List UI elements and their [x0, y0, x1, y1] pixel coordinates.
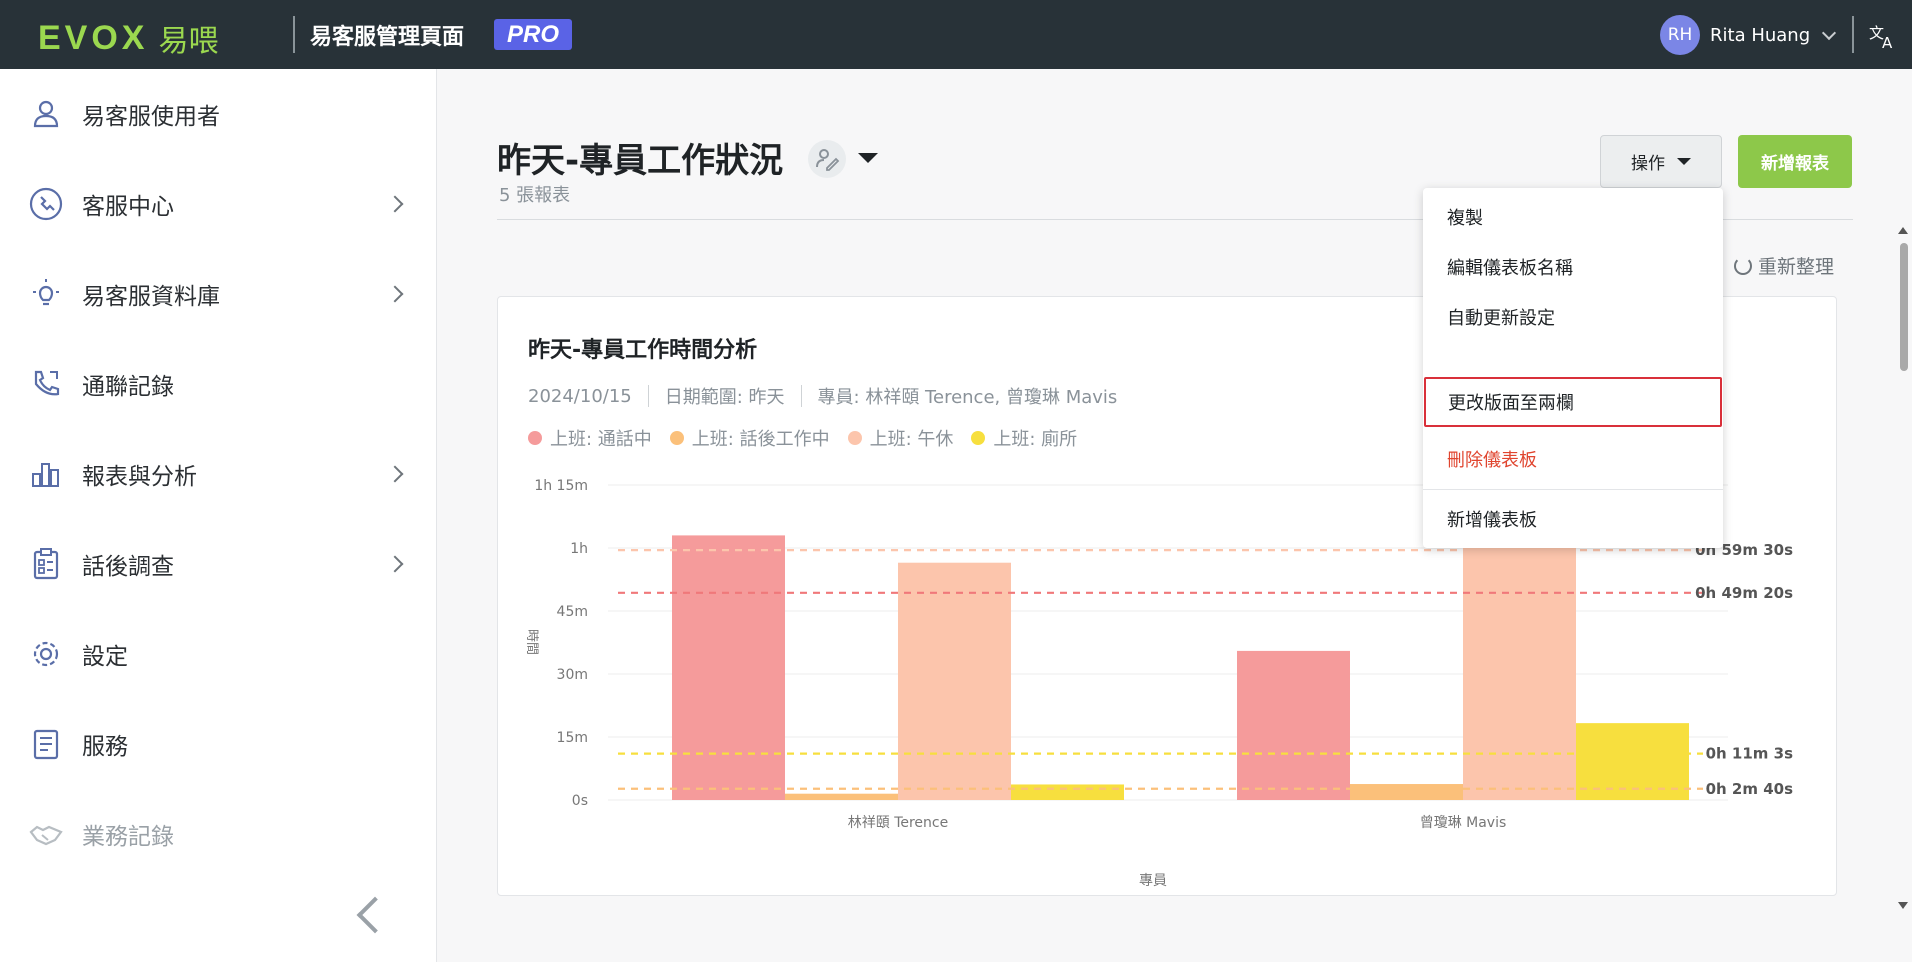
refresh-label: 重新整理 [1758, 256, 1835, 278]
bar [672, 535, 785, 800]
menu-item-new-dashboard[interactable]: 新增儀表板 [1423, 494, 1723, 544]
caret-down-icon [1677, 158, 1691, 165]
sidebar-item-label: 設定 [82, 644, 128, 670]
translate-icon-svg: 文 A [1869, 24, 1893, 52]
sidebar: 易客服使用者 客服中心 易客服資料庫 通聯記錄 報表與分析 話後調查 設定 服務… [0, 69, 437, 962]
y-tick-label: 45m [557, 604, 588, 620]
menu-item-auto-refresh[interactable]: 自動更新設定 [1423, 292, 1723, 342]
phone-log-icon [34, 370, 60, 396]
collapse-sidebar-icon[interactable] [356, 896, 394, 934]
svg-text:A: A [1882, 34, 1893, 50]
report-count: 5 張報表 [499, 185, 571, 206]
bar [1350, 784, 1463, 800]
sidebar-item-call-logs[interactable]: 通聯記錄 [0, 354, 437, 414]
sidebar-item-survey[interactable]: 話後調查 [0, 534, 437, 594]
logo-cn-text: 易喂 [158, 24, 219, 59]
menu-divider [1423, 489, 1723, 490]
x-tick-label: 林祥頤 Terence [848, 815, 948, 831]
x-axis-label: 專員 [1139, 873, 1167, 889]
reference-label: 0h 11m 3s [1706, 745, 1794, 763]
clipboard-icon [33, 548, 59, 580]
menu-item-two-column[interactable]: 更改版面至兩欄 [1424, 377, 1722, 427]
sidebar-item-knowledge-base[interactable]: 易客服資料庫 [0, 264, 437, 324]
scroll-down-arrow[interactable] [1898, 902, 1908, 909]
brand-logo[interactable]: EVOX 易喂 [38, 16, 218, 60]
sidebar-item-label: 通聯記錄 [82, 374, 174, 400]
sidebar-item-label: 話後調查 [82, 554, 174, 580]
sidebar-item-label: 易客服資料庫 [82, 284, 220, 310]
dashboard-switch-caret-icon[interactable] [858, 153, 878, 163]
menu-item-rename[interactable]: 編輯儀表板名稱 [1423, 242, 1723, 292]
operations-button[interactable]: 操作 [1600, 135, 1722, 188]
sidebar-item-label: 服務 [82, 734, 128, 760]
edit-person-icon [816, 149, 840, 171]
page-title: 昨天-專員工作狀況 [497, 141, 784, 181]
menu-item-delete[interactable]: 刪除儀表板 [1423, 434, 1723, 484]
avatar: RH [1660, 15, 1700, 55]
y-axis-label: 時間 [524, 629, 539, 655]
topbar-divider-2 [1852, 16, 1854, 53]
app-title: 易客服管理頁面 [310, 25, 465, 50]
bar [898, 562, 1011, 800]
pro-badge: PRO [494, 19, 572, 50]
chevron-right-icon [386, 285, 404, 303]
user-menu[interactable]: RH Rita Huang [1660, 15, 1837, 55]
y-tick-label: 15m [557, 730, 588, 746]
operations-menu: 複製 編輯儀表板名稱 自動更新設定 更改版面至兩欄 刪除儀表板 新增儀表板 [1423, 188, 1723, 548]
sidebar-item-settings[interactable]: 設定 [0, 624, 437, 684]
sidebar-item-services[interactable]: 服務 [0, 714, 437, 774]
chevron-right-icon [386, 195, 404, 213]
y-tick-label: 0s [572, 793, 588, 809]
y-tick-label: 1h [570, 541, 588, 557]
chevron-down-icon [1822, 25, 1837, 40]
sidebar-item-business-records[interactable]: 業務記錄 [0, 804, 437, 864]
add-report-button[interactable]: 新增報表 [1738, 135, 1852, 188]
user-icon [33, 100, 59, 128]
menu-item-copy[interactable]: 複製 [1423, 192, 1723, 242]
logo-text: EVOX [38, 18, 149, 57]
edit-title-button[interactable] [808, 140, 846, 178]
y-tick-label: 1h 15m [534, 478, 588, 494]
sidebar-item-users[interactable]: 易客服使用者 [0, 84, 437, 144]
bar [1237, 650, 1350, 800]
sidebar-item-label: 業務記錄 [82, 824, 174, 850]
user-name: Rita Huang [1710, 24, 1811, 46]
service-list-icon [33, 729, 59, 760]
x-tick-label: 曾瓊琳 Mavis [1420, 815, 1507, 831]
sidebar-item-reports[interactable]: 報表與分析 [0, 444, 437, 504]
scroll-up-arrow[interactable] [1898, 227, 1908, 234]
sidebar-item-call-center[interactable]: 客服中心 [0, 174, 437, 234]
topbar-divider [293, 16, 295, 53]
reference-label: 0h 2m 40s [1706, 780, 1794, 798]
bar [1011, 784, 1124, 800]
operations-button-label: 操作 [1631, 154, 1665, 174]
handshake-icon [29, 825, 63, 846]
scrollbar-thumb[interactable] [1900, 243, 1908, 371]
bar [1463, 533, 1576, 800]
sidebar-item-label: 客服中心 [82, 194, 174, 220]
refresh-button[interactable]: 重新整理 [1734, 252, 1834, 279]
refresh-icon [1734, 256, 1752, 275]
call-center-icon [29, 187, 63, 221]
bar [785, 793, 898, 800]
y-tick-label: 30m [557, 667, 588, 683]
top-bar: EVOX 易喂 易客服管理頁面 PRO RH Rita Huang 文 A [0, 0, 1912, 69]
sidebar-item-label: 報表與分析 [82, 464, 197, 490]
bar-chart-icon [32, 463, 59, 487]
sidebar-item-label: 易客服使用者 [82, 104, 220, 130]
gear-icon [33, 641, 59, 667]
translate-icon[interactable]: 文 A [1867, 20, 1897, 52]
chevron-right-icon [386, 555, 404, 573]
reference-label: 0h 49m 20s [1695, 584, 1793, 602]
lightbulb-icon [33, 279, 59, 306]
chevron-right-icon [386, 465, 404, 483]
